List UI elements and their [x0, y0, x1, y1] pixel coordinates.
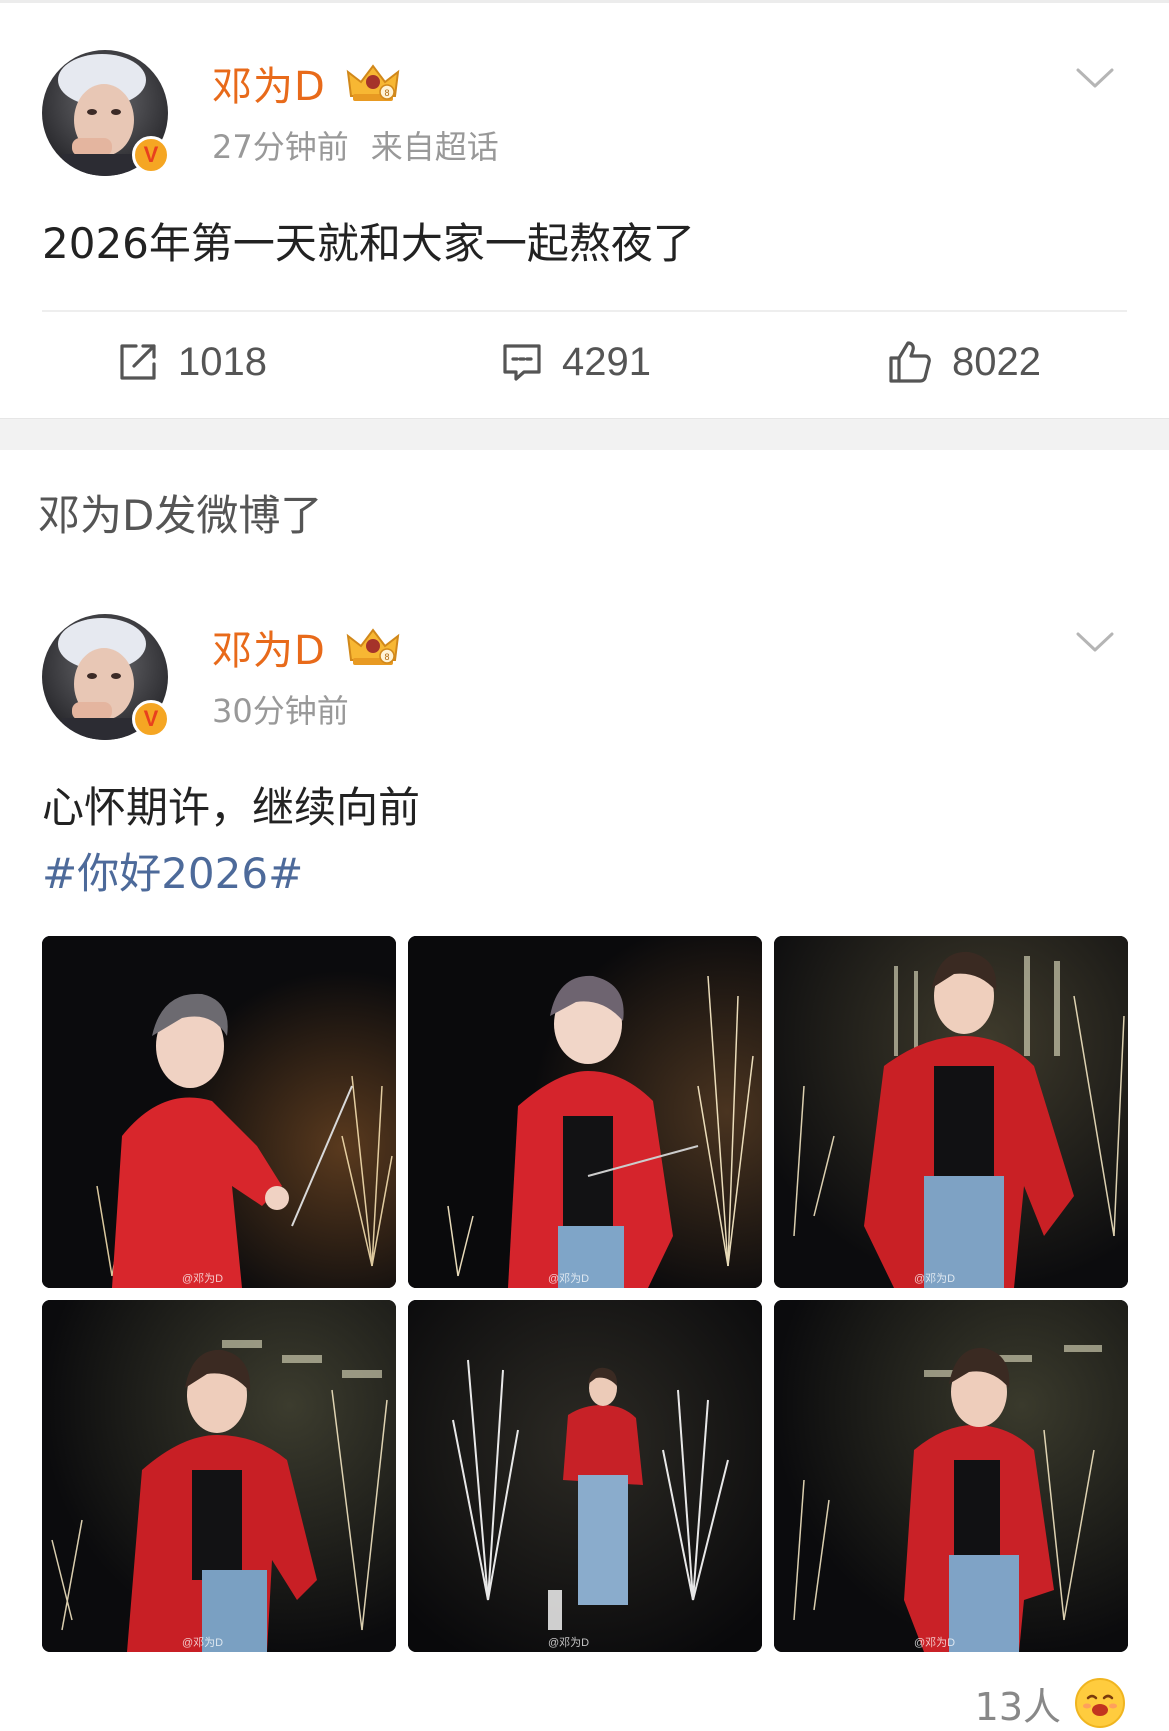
svg-text:8: 8: [384, 652, 389, 662]
section-header: 邓为D发微博了: [0, 450, 1169, 572]
chevron-down-icon[interactable]: [1075, 630, 1115, 654]
repost-icon: [120, 344, 156, 380]
crown-badge-icon: 8: [346, 64, 400, 101]
verified-badge-icon: V: [132, 700, 170, 738]
comment-icon: [503, 344, 541, 381]
post-text: 2026年第一天就和大家一起熬夜了: [42, 219, 695, 268]
chevron-down-icon[interactable]: [1075, 66, 1115, 90]
like-count: 8022: [952, 339, 1041, 384]
photo-watermark: @邓为D: [548, 1637, 590, 1649]
photo-2[interactable]: @邓为D: [408, 936, 762, 1288]
section-header-text: 邓为D发微博了: [38, 491, 323, 540]
verified-badge-icon: V: [132, 136, 170, 174]
likes-summary[interactable]: 13人: [975, 1676, 1125, 1730]
photo-watermark: @邓为D: [548, 1273, 590, 1285]
like-button[interactable]: 8022: [886, 322, 1041, 402]
comment-count: 4291: [562, 339, 651, 384]
action-bar: 1018 4291 8022: [0, 322, 1169, 402]
photo-5[interactable]: @邓为D: [408, 1300, 762, 1652]
post-time: 27分钟前: [212, 128, 349, 166]
avatar[interactable]: V: [42, 614, 170, 740]
username[interactable]: 邓为D: [212, 54, 326, 112]
thumbs-up-icon: [889, 341, 931, 383]
post-card-2: V 邓为D 8 30分钟前 心怀期许，继续向前 #你好2026# @邓为D @邓…: [0, 570, 1169, 1730]
post-source[interactable]: 来自超话: [371, 128, 499, 166]
hashtag-link[interactable]: #你好2026#: [42, 840, 303, 901]
post-card-1: V 邓为D 8 27分钟前 来自超话 2026年第一天就和大家一起熬夜了 1018: [0, 0, 1169, 418]
likes-count-text: 13人: [974, 1684, 1061, 1729]
username[interactable]: 邓为D: [212, 618, 326, 676]
crown-badge-icon: 8: [346, 628, 400, 665]
comment-button[interactable]: 4291: [500, 322, 651, 402]
repost-count: 1018: [178, 339, 267, 384]
post-text: 心怀期许，继续向前: [42, 783, 421, 832]
photo-watermark: @邓为D: [914, 1637, 956, 1649]
photo-3[interactable]: @邓为D: [774, 936, 1128, 1288]
top-border: [0, 0, 1169, 3]
avatar[interactable]: V: [42, 50, 170, 176]
post-meta: 27分钟前 来自超话: [212, 122, 499, 168]
divider: [42, 310, 1127, 312]
emoji-reaction-icon: [1075, 1678, 1125, 1728]
repost-button[interactable]: 1018: [116, 322, 267, 402]
photo-4[interactable]: @邓为D: [42, 1300, 396, 1652]
post-time: 30分钟前: [212, 692, 349, 730]
photo-1[interactable]: @邓为D: [42, 936, 396, 1288]
photo-6[interactable]: @邓为D: [774, 1300, 1128, 1652]
svg-text:8: 8: [384, 88, 389, 98]
photo-watermark: @邓为D: [182, 1637, 224, 1649]
separator-band: [0, 418, 1169, 451]
post-meta: 30分钟前: [212, 686, 349, 732]
photo-watermark: @邓为D: [182, 1273, 224, 1285]
photo-watermark: @邓为D: [914, 1273, 956, 1285]
